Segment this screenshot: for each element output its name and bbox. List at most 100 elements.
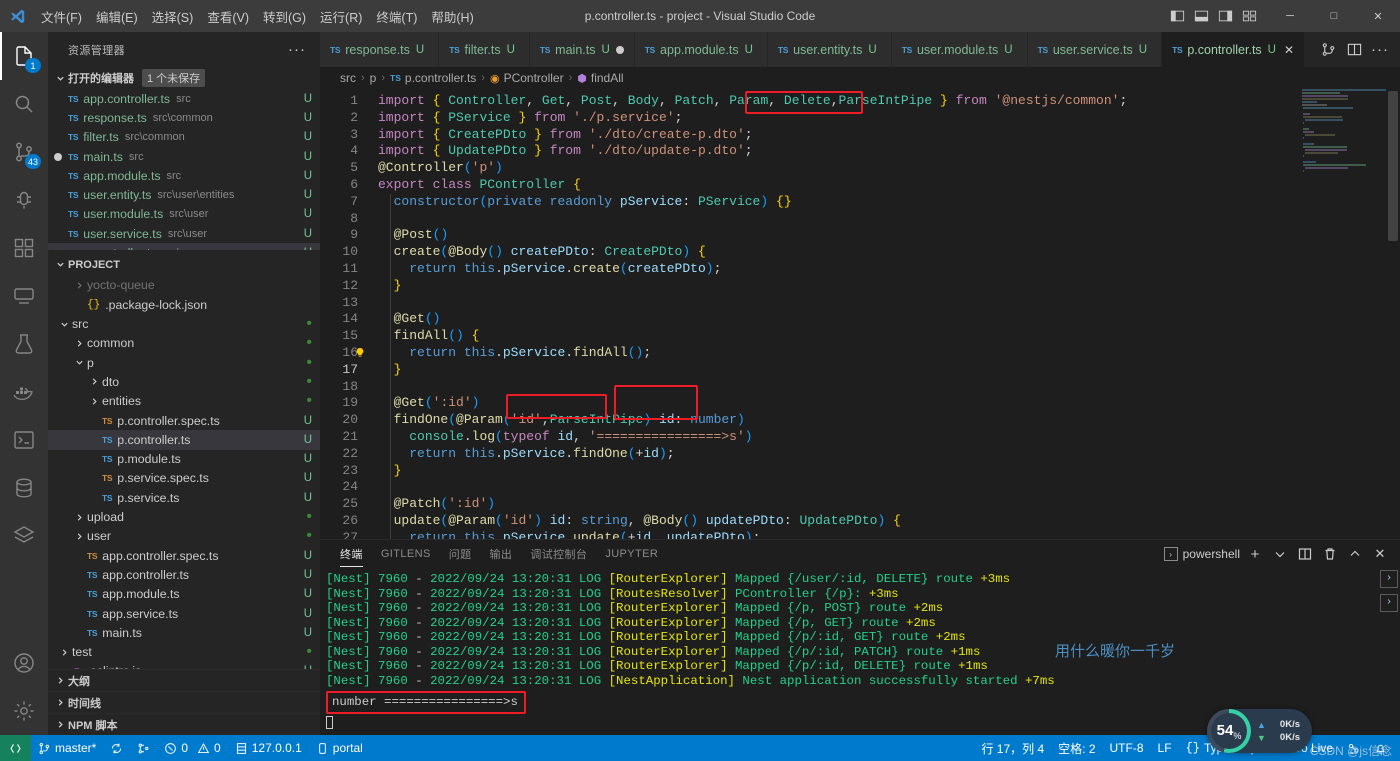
sidebar-section-timeline[interactable]: 时间线 — [48, 691, 320, 713]
menu-bar[interactable]: 文件(F) 编辑(E) 选择(S) 查看(V) 转到(G) 运行(R) 终端(T… — [34, 0, 481, 32]
menu-go[interactable]: 转到(G) — [256, 0, 313, 32]
run-and-debug-icon[interactable] — [1316, 38, 1340, 62]
menu-terminal[interactable]: 终端(T) — [369, 0, 424, 32]
code-line[interactable]: import { PService } from './p.service'; — [378, 110, 1400, 127]
activitybar-item-search[interactable] — [0, 80, 48, 128]
code-line[interactable] — [378, 295, 1400, 312]
open-editor-item[interactable]: TSuser.entity.tssrc\user\entitiesU — [48, 185, 320, 204]
menu-edit[interactable]: 编辑(E) — [89, 0, 145, 32]
activitybar-item-terminal-panel[interactable] — [0, 416, 48, 464]
window-minimize-button[interactable]: ─ — [1268, 0, 1312, 32]
code-line[interactable]: } — [378, 463, 1400, 480]
open-editor-item[interactable]: TSfilter.tssrc\commonU — [48, 128, 320, 147]
open-editor-item[interactable]: TSresponse.tssrc\commonU — [48, 108, 320, 127]
file-row[interactable]: TSp.module.tsU — [48, 450, 320, 469]
editor-tab[interactable]: TSresponse.tsU — [320, 32, 439, 67]
code-line[interactable]: constructor(private readonly pService: P… — [378, 194, 1400, 211]
code-line[interactable]: export class PController { — [378, 177, 1400, 194]
code-line[interactable]: return this.pService.findAll(); — [378, 345, 1400, 362]
editor-scrollbar[interactable] — [1386, 89, 1400, 539]
activitybar-item-settings[interactable] — [0, 687, 48, 735]
activitybar-item-database[interactable] — [0, 464, 48, 512]
activitybar-item-run-and-debug[interactable] — [0, 176, 48, 224]
terminal-shell-selector[interactable]: › powershell — [1164, 547, 1240, 561]
file-row[interactable]: TSmain.tsU — [48, 623, 320, 642]
performance-widget[interactable]: 54% ▲ 0K/s ▼ 0K/s — [1207, 709, 1312, 753]
breadcrumb-file[interactable]: p.controller.ts — [405, 71, 476, 85]
code-line[interactable]: @Controller('p') — [378, 160, 1400, 177]
editor-tab[interactable]: TSfilter.tsU — [439, 32, 530, 67]
window-close-button[interactable]: ✕ — [1356, 0, 1400, 32]
activitybar-item-layers[interactable] — [0, 512, 48, 560]
open-editor-item[interactable]: TSapp.module.tssrcU — [48, 166, 320, 185]
code-content[interactable]: import { Controller, Get, Post, Body, Pa… — [378, 89, 1400, 539]
code-line[interactable] — [378, 479, 1400, 496]
sidebar-section-outline[interactable]: 大纲 — [48, 669, 320, 691]
chevron-right-icon[interactable] — [71, 513, 87, 522]
status-problems[interactable]: 0 0 — [157, 735, 227, 761]
activitybar-item-extensions[interactable] — [0, 224, 48, 272]
file-row[interactable]: TSapp.service.tsU — [48, 604, 320, 623]
menu-file[interactable]: 文件(F) — [34, 0, 89, 32]
file-row[interactable]: TSapp.controller.tsU — [48, 565, 320, 584]
code-line[interactable]: import { Controller, Get, Post, Body, Pa… — [378, 93, 1400, 110]
breadcrumb-method[interactable]: findAll — [591, 71, 624, 85]
folder-row[interactable]: dto• — [48, 372, 320, 391]
chevron-down-icon[interactable] — [1270, 544, 1290, 564]
chevron-down-icon[interactable] — [56, 320, 72, 329]
minimap[interactable] — [1302, 89, 1386, 539]
code-line[interactable]: @Post() — [378, 227, 1400, 244]
code-line[interactable]: return this.pService.findOne(+id); — [378, 446, 1400, 463]
editor-tab[interactable]: TSmain.tsU — [530, 32, 635, 67]
breadcrumb[interactable]: src › p › TS p.controller.ts › ◉ PContro… — [320, 67, 1400, 89]
file-row[interactable]: TSapp.controller.spec.tsU — [48, 546, 320, 565]
chevron-right-icon[interactable] — [56, 648, 72, 657]
code-line[interactable]: } — [378, 362, 1400, 379]
code-line[interactable]: } — [378, 278, 1400, 295]
editor-tab[interactable]: TSuser.service.tsU — [1028, 32, 1162, 67]
status-indentation[interactable]: 空格: 2 — [1051, 735, 1102, 761]
toggle-panel-icon[interactable] — [1190, 6, 1212, 26]
chevron-right-icon[interactable] — [71, 532, 87, 541]
code-line[interactable]: @Patch(':id') — [378, 496, 1400, 513]
split-terminal-button[interactable] — [1295, 544, 1315, 564]
panel-tab-terminal[interactable]: 终端 — [340, 540, 363, 568]
activitybar-item-remote-explorer[interactable] — [0, 272, 48, 320]
kill-terminal-button[interactable] — [1320, 544, 1340, 564]
status-sync[interactable] — [103, 735, 130, 761]
open-editor-item[interactable]: ✕TSp.controller.tssrc\pU — [48, 243, 320, 249]
chevron-right-icon[interactable] — [71, 281, 87, 290]
activitybar-item-accounts[interactable] — [0, 639, 48, 687]
code-line[interactable] — [378, 379, 1400, 396]
folder-row[interactable]: p• — [48, 353, 320, 372]
code-line[interactable]: create(@Body() createPDto: CreatePDto) { — [378, 244, 1400, 261]
lightbulb-icon[interactable] — [354, 347, 366, 359]
activitybar-item-source-control[interactable]: 43 — [0, 128, 48, 176]
open-editor-item[interactable]: TSuser.service.tssrc\userU — [48, 224, 320, 243]
code-line[interactable]: @Get() — [378, 311, 1400, 328]
folder-row[interactable]: common• — [48, 334, 320, 353]
folder-row[interactable]: yocto-queue — [48, 276, 320, 295]
code-line[interactable]: update(@Param('id') id: string, @Body() … — [378, 513, 1400, 530]
toggle-primary-sidebar-icon[interactable] — [1166, 6, 1188, 26]
split-editor-icon[interactable] — [1342, 38, 1366, 62]
code-line[interactable]: @Get(':id') — [378, 395, 1400, 412]
file-row[interactable]: ◎.eslintrc.jsU — [48, 662, 320, 669]
activitybar-item-test[interactable] — [0, 320, 48, 368]
menu-run[interactable]: 运行(R) — [313, 0, 369, 32]
sidebar-section-npm-scripts[interactable]: NPM 脚本 — [48, 713, 320, 735]
file-row[interactable]: TSapp.module.tsU — [48, 585, 320, 604]
editor-more-icon[interactable]: ··· — [1368, 38, 1392, 62]
file-row[interactable]: TSp.controller.tsU — [48, 430, 320, 449]
editor-tab[interactable]: TSp.controller.tsU✕ — [1162, 32, 1305, 67]
close-icon[interactable]: ✕ — [48, 247, 68, 250]
folder-row[interactable]: entities• — [48, 392, 320, 411]
editor-tab[interactable]: TSuser.module.tsU — [892, 32, 1028, 67]
close-panel-button[interactable]: ✕ — [1370, 544, 1390, 564]
chevron-right-icon[interactable] — [86, 397, 102, 406]
code-line[interactable]: findAll() { — [378, 328, 1400, 345]
editor-scrollbar-thumb[interactable] — [1388, 91, 1398, 241]
menu-selection[interactable]: 选择(S) — [145, 0, 201, 32]
terminal-scroll-top-button[interactable]: › — [1380, 570, 1398, 588]
code-line[interactable] — [378, 211, 1400, 228]
